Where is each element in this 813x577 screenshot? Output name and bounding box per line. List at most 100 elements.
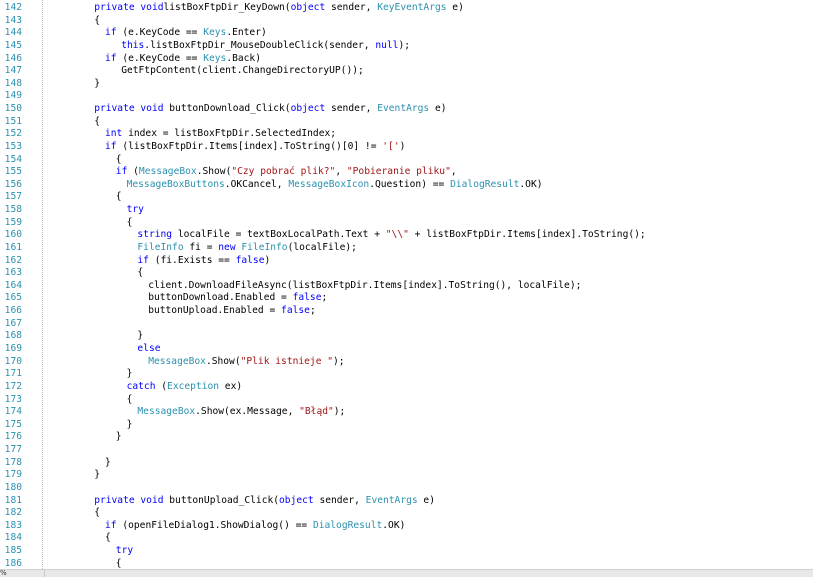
line-number: 179 <box>4 469 22 481</box>
line-number: 159 <box>4 216 22 228</box>
code-line[interactable]: 164 client.DownloadFileAsync(listBoxFtpDi… <box>0 280 813 293</box>
code-line[interactable]: 174 MessageBox.Show(ex.Message, "Błąd"); <box>0 406 813 419</box>
code-token: { <box>126 393 133 405</box>
code-line[interactable]: 158 try <box>0 204 813 217</box>
code-line[interactable]: 157 { <box>0 191 813 204</box>
code-token: object <box>290 103 326 115</box>
code-token: MessageBox <box>137 406 196 418</box>
code-line[interactable]: 170 MessageBox.Show("Plik istnieje "); <box>0 356 813 369</box>
code-token: ); <box>333 355 345 367</box>
code-token: client.DownloadFileAsync(listBoxFtpDir.I… <box>148 279 582 291</box>
code-token: private void <box>94 2 164 13</box>
code-token: (openFileDialog1.ShowDialog() == <box>116 519 313 531</box>
code-line[interactable]: 172 catch (Exception ex) <box>0 381 813 394</box>
code-text: try <box>127 204 144 217</box>
line-number: 171 <box>4 368 22 380</box>
code-token: ( <box>155 380 168 392</box>
code-token: .Enter) <box>226 27 267 39</box>
code-token: (localFile); <box>287 241 357 253</box>
code-token: "Czy pobrać plik?" <box>231 166 336 178</box>
code-line[interactable]: 153 if (listBoxFtpDir.Items[index].ToStri… <box>0 141 813 154</box>
code-token: , <box>335 166 347 178</box>
code-line[interactable]: 163 { <box>0 267 813 280</box>
code-line[interactable]: 176} <box>0 431 813 444</box>
code-line[interactable]: 171} <box>0 368 813 381</box>
code-token: object <box>290 2 326 13</box>
code-line[interactable]: 154 { <box>0 154 813 167</box>
code-line[interactable]: 148} <box>0 78 813 91</box>
code-line[interactable]: 168} <box>0 330 813 343</box>
code-line[interactable]: 177 <box>0 444 813 457</box>
code-line[interactable]: 149 <box>0 90 813 103</box>
code-line[interactable]: 186 { <box>0 558 813 569</box>
code-token: catch <box>126 380 156 392</box>
line-number: 151 <box>4 115 22 127</box>
code-editor[interactable]: 142 private voidlistBoxFtpDir_KeyDown(obj… <box>0 0 813 569</box>
line-number: 155 <box>4 166 22 178</box>
line-number: 148 <box>4 77 22 89</box>
code-token: Keys <box>203 52 227 64</box>
code-line[interactable]: 147 GetFtpContent(client.ChangeDirectoryU… <box>0 65 813 78</box>
code-token: index = listBoxFtpDir.SelectedIndex; <box>122 128 337 140</box>
code-line[interactable]: 162 if (fi.Exists == false) <box>0 255 813 268</box>
line-number: 177 <box>4 444 22 456</box>
code-token: { <box>94 14 100 26</box>
code-line[interactable]: 159 { <box>0 217 813 230</box>
code-text: } <box>127 368 133 381</box>
line-number: 186 <box>4 557 22 569</box>
code-line[interactable]: 175} <box>0 419 813 432</box>
code-line[interactable]: 179} <box>0 469 813 482</box>
code-token: } <box>115 431 122 443</box>
code-token: private void <box>94 103 164 115</box>
code-token: } <box>105 456 111 468</box>
code-token: if <box>105 140 117 152</box>
code-token: MessageBoxIcon <box>288 178 370 190</box>
code-line[interactable]: 165 buttonDownload.Enabled = false; <box>0 292 813 305</box>
code-line[interactable]: 146 if (e.KeyCode == Keys.Back) <box>0 53 813 66</box>
code-token: object <box>279 494 314 506</box>
code-line[interactable]: 143 { <box>0 15 813 28</box>
code-text: } <box>137 330 143 343</box>
code-line[interactable]: 156 MessageBoxButtons.OKCancel, MessageBo… <box>0 179 813 192</box>
code-line[interactable]: 161 FileInfo fi = new FileInfo(localFile)… <box>0 242 813 255</box>
code-line[interactable]: 155 if (MessageBox.Show("Czy pobrać plik?… <box>0 166 813 179</box>
code-line[interactable]: 178} <box>0 457 813 470</box>
code-text: GetFtpContent(client.ChangeDirectoryUP()… <box>121 65 364 78</box>
code-token: Keys <box>203 27 227 39</box>
code-line[interactable]: 150 private void buttonDownload_Click(obj… <box>0 103 813 116</box>
line-number: 180 <box>4 481 22 493</box>
line-number: 150 <box>4 103 22 115</box>
code-line[interactable]: 167 <box>0 318 813 331</box>
code-token: (e.KeyCode == <box>116 27 204 39</box>
line-number: 169 <box>4 343 22 354</box>
code-text: MessageBox.Show("Plik istnieje "); <box>148 356 344 369</box>
code-line[interactable]: 145 this.listBoxFtpDir_MouseDoubleClick(s… <box>0 40 813 53</box>
code-token: buttonUpload.Enabled = <box>148 305 282 317</box>
code-token: Exception <box>167 380 220 392</box>
code-line[interactable]: 184 { <box>0 532 813 545</box>
code-token: .listBoxFtpDir_MouseDoubleClick(sender, <box>144 39 376 51</box>
code-line[interactable]: 185 try <box>0 545 813 558</box>
code-text: string localFile = textBoxLocalPath.Text… <box>137 229 645 242</box>
line-number: 183 <box>4 519 22 531</box>
code-line[interactable]: 173 { <box>0 394 813 407</box>
code-token: FileInfo <box>137 241 184 253</box>
code-text: FileInfo fi = new FileInfo(localFile); <box>137 242 357 255</box>
code-line[interactable]: 160 string localFile = textBoxLocalPath.T… <box>0 229 813 242</box>
code-line[interactable]: 169 else <box>0 343 813 356</box>
line-number: 156 <box>4 178 22 190</box>
code-line[interactable]: 181 private void buttonUpload_Click(objec… <box>0 495 813 508</box>
code-token: DialogResult <box>450 178 520 190</box>
code-line[interactable]: 183 if (openFileDialog1.ShowDialog() == D… <box>0 520 813 533</box>
code-line[interactable]: 152 int index = listBoxFtpDir.SelectedInd… <box>0 128 813 141</box>
code-token: false <box>292 292 322 304</box>
code-line[interactable]: 180 <box>0 482 813 495</box>
code-text: { <box>94 15 100 28</box>
code-line[interactable]: 142 private voidlistBoxFtpDir_KeyDown(obj… <box>0 2 813 15</box>
line-number: 168 <box>4 330 22 342</box>
code-line[interactable]: 166 buttonUpload.Enabled = false; <box>0 305 813 318</box>
code-line[interactable]: 182 { <box>0 507 813 520</box>
code-line[interactable]: 144 if (e.KeyCode == Keys.Enter) <box>0 27 813 40</box>
code-token: MessageBoxButtons <box>126 178 225 190</box>
code-line[interactable]: 151 { <box>0 116 813 129</box>
